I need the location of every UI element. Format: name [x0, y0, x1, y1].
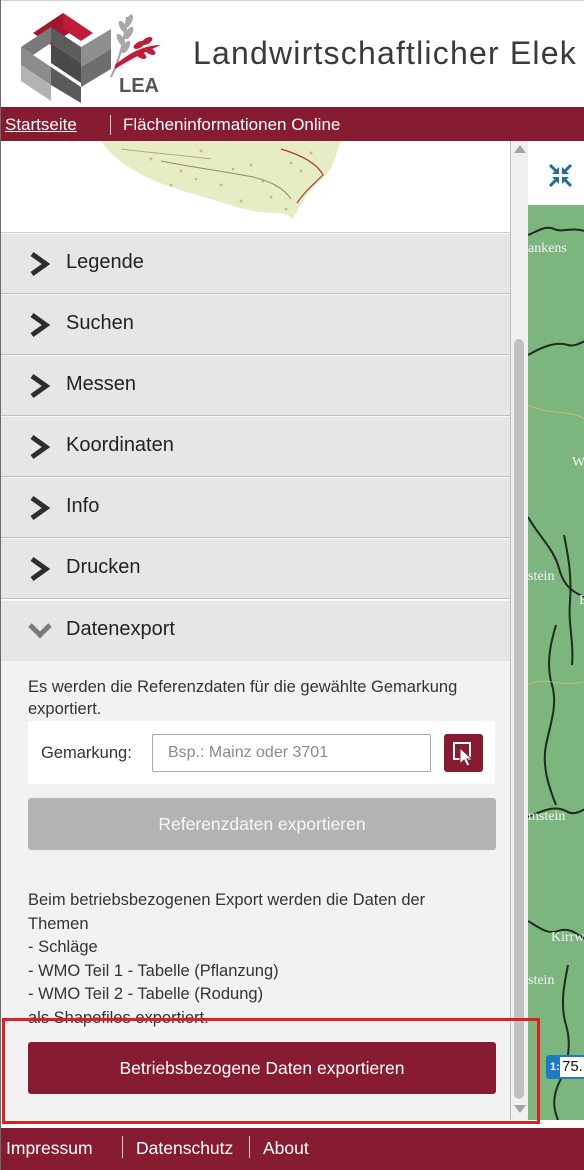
accordion-label: Koordinaten [66, 434, 174, 456]
map-label: stein [528, 973, 555, 988]
collapse-arrows-icon[interactable] [548, 163, 573, 188]
site-footer: Impressum Datenschutz About [1, 1128, 584, 1170]
chevron-right-icon [30, 312, 51, 338]
accordion-koordinaten[interactable]: Koordinaten [1, 416, 510, 477]
map-view[interactable]: ankens W stein B mstein Kirrw stein [528, 205, 584, 1120]
chevron-right-icon [30, 373, 51, 399]
accordion-label: Drucken [66, 556, 141, 578]
accordion-label: Suchen [66, 312, 134, 334]
scroll-thumb[interactable] [514, 339, 524, 1099]
export-description: Es werden die Referenzdaten für die gewä… [28, 678, 458, 718]
accordion-drucken[interactable]: Drucken [1, 538, 510, 599]
accordion-legende[interactable]: Legende [1, 233, 510, 294]
page: LEA Landwirtschaftlicher Elek Startseite… [0, 0, 584, 1170]
accordion-info[interactable]: Info [1, 477, 510, 538]
betriebsbezogen-description: Beim betriebsbezogenen Export werden die… [28, 891, 426, 1027]
accordion-label: Messen [66, 373, 137, 395]
lea-logo[interactable]: LEA [19, 7, 169, 105]
map-label: stein [528, 569, 555, 584]
select-on-map-button[interactable] [444, 734, 483, 772]
site-header: LEA Landwirtschaftlicher Elek [1, 0, 584, 107]
tool-panel: Legende Suchen Messen Koordinaten Info D… [1, 141, 511, 1120]
chevron-right-icon [30, 495, 51, 521]
chevron-right-icon [30, 556, 51, 582]
scale-prefix: 1: [550, 1061, 560, 1073]
chevron-right-icon [30, 434, 51, 460]
footer-link-about[interactable]: About [263, 1138, 309, 1159]
scale-input[interactable]: 75. [560, 1057, 584, 1077]
site-title: Landwirtschaftlicher Elek [193, 35, 577, 71]
footer-separator [122, 1136, 123, 1158]
chevron-right-icon [30, 251, 51, 277]
gemarkung-input[interactable] [152, 734, 431, 772]
accordion-messen[interactable]: Messen [1, 355, 510, 416]
accordion-label: Info [66, 495, 100, 517]
accordion-label: Datenexport [66, 618, 175, 640]
referenzdaten-export-button[interactable]: Referenzdaten exportieren [28, 798, 496, 850]
map-label: Kirrw [551, 930, 584, 945]
accordion-suchen[interactable]: Suchen [1, 294, 510, 355]
footer-link-datenschutz[interactable]: Datenschutz [136, 1138, 233, 1159]
cursor-select-icon [453, 742, 474, 767]
datenexport-panel: Es werden die Referenzdaten für die gewä… [1, 661, 510, 1120]
scroll-down-arrow-icon[interactable] [514, 1105, 526, 1113]
panel-scrollbar[interactable] [511, 141, 528, 1120]
accordion-datenexport[interactable]: Datenexport [1, 600, 510, 661]
overview-map[interactable] [1, 141, 510, 233]
map-label: W [572, 455, 584, 470]
map-label: ankens [528, 241, 567, 256]
map-toolbar [528, 141, 584, 205]
map-label: mstein [528, 809, 566, 824]
footer-link-impressum[interactable]: Impressum [6, 1138, 93, 1159]
scroll-up-arrow-icon[interactable] [514, 145, 526, 153]
breadcrumb: Startseite Flächeninformationen Online [1, 107, 584, 141]
gemarkung-form: Gemarkung: [28, 721, 495, 784]
nav-current-page: Flächeninformationen Online [123, 115, 341, 134]
logo-text: LEA [119, 75, 159, 97]
footer-separator [249, 1136, 250, 1158]
map-scale-control[interactable]: 1: 75. [546, 1055, 584, 1079]
map-label: B [579, 593, 584, 608]
nav-separator [110, 115, 111, 135]
accordion-label: Legende [66, 251, 144, 273]
nav-link-startseite[interactable]: Startseite [5, 115, 77, 135]
betriebsbezogen-export-button[interactable]: Betriebsbezogene Daten exportieren [28, 1042, 496, 1094]
gemarkung-label: Gemarkung: [41, 744, 132, 762]
chevron-down-icon [28, 623, 52, 639]
